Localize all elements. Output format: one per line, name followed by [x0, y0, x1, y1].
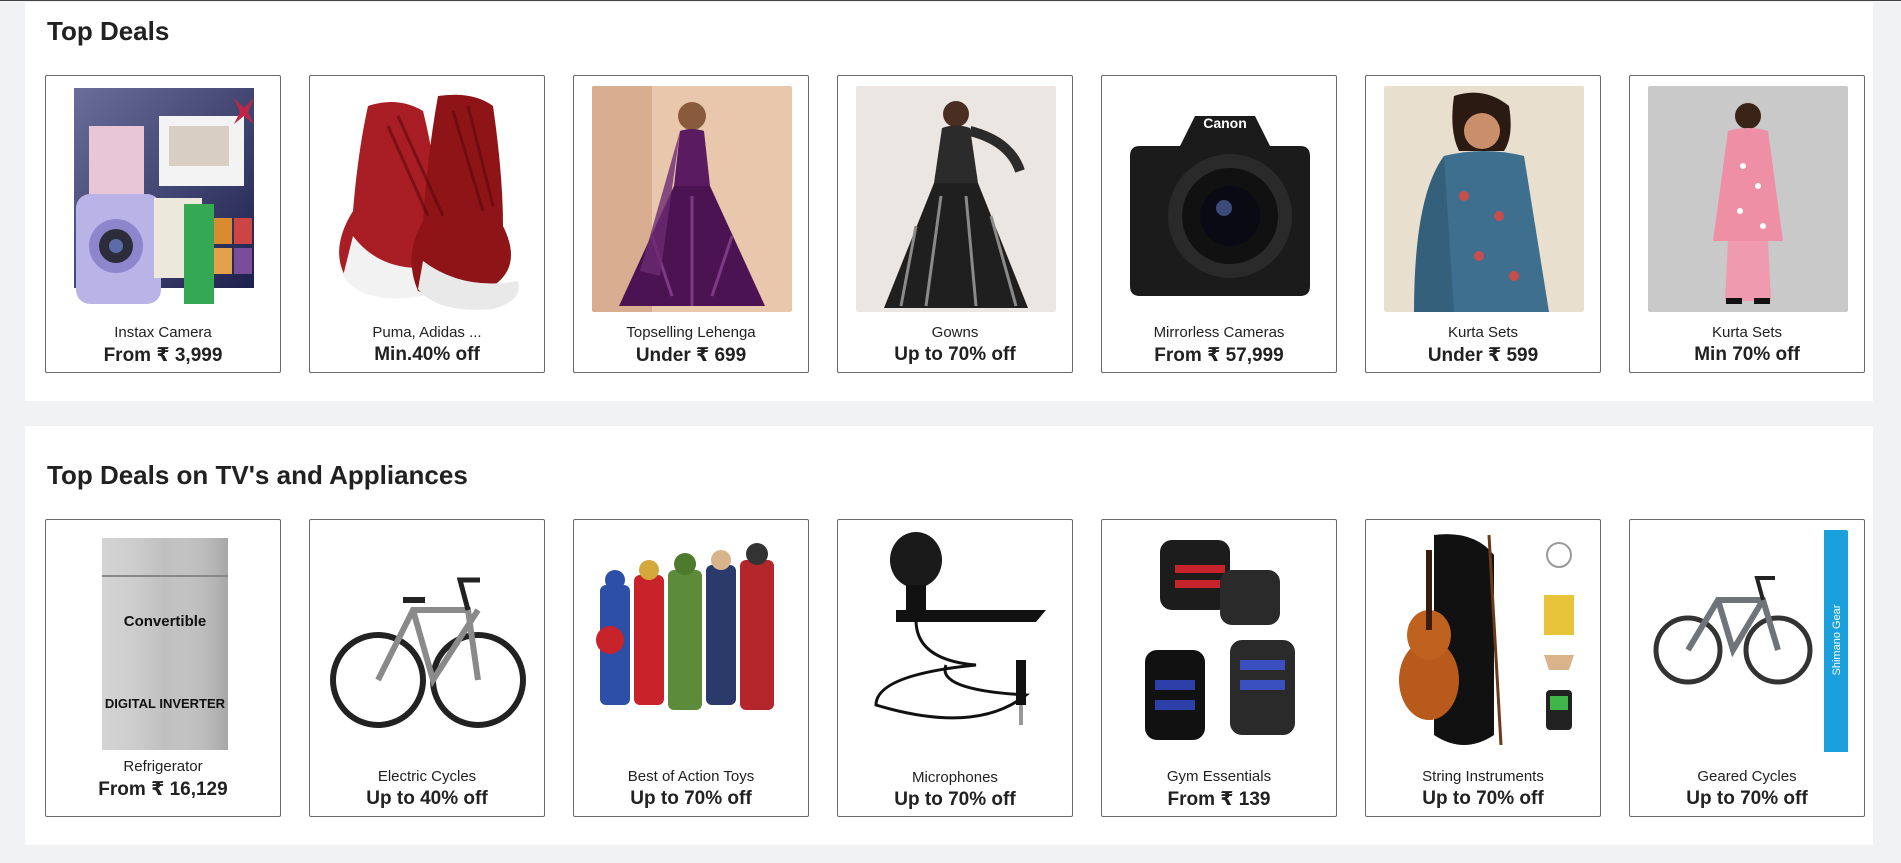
card-label: Mirrorless Cameras	[1153, 324, 1285, 341]
sneakers-image	[328, 86, 528, 312]
card-price: Min.40% off	[374, 344, 480, 365]
deal-card-geared-cycles[interactable]: Shimano Gear Geared Cycles Up to 70% off	[1629, 519, 1865, 817]
card-label: Gowns	[931, 324, 979, 341]
card-price: Min 70% off	[1694, 344, 1800, 365]
shimano-gear-label: Shimano Gear	[1831, 604, 1843, 675]
section-title: Top Deals	[47, 16, 170, 46]
fridge-sub-text: DIGITAL INVERTER	[105, 696, 226, 711]
fridge-badge-text: Convertible	[124, 613, 207, 630]
card-price: Up to 70% off	[1422, 788, 1544, 809]
section-title: Top Deals on TV's and Appliances	[47, 460, 468, 490]
card-price: Under ₹ 599	[1427, 345, 1539, 366]
wrist-wraps-image	[1120, 530, 1320, 756]
card-price: Up to 70% off	[894, 789, 1016, 810]
action-figures-image	[592, 530, 792, 756]
deal-card-mirrorless-camera[interactable]: Canon Mirrorless Cameras From ₹ 57,999	[1101, 75, 1337, 373]
deal-card-refrigerator[interactable]: Convertible DIGITAL INVERTER Refrigerato…	[45, 519, 281, 817]
deal-card-instax-camera[interactable]: Instax Camera From ₹ 3,999	[45, 75, 281, 373]
deal-card-lehenga[interactable]: Topselling Lehenga Under ₹ 699	[573, 75, 809, 373]
card-label: Geared Cycles	[1697, 768, 1797, 785]
deal-card-electric-cycles[interactable]: Electric Cycles Up to 40% off	[309, 519, 545, 817]
canon-logo-text: Canon	[1203, 115, 1247, 131]
card-price: Up to 70% off	[630, 788, 752, 809]
card-label: Best of Action Toys	[627, 768, 755, 785]
card-price: Up to 70% off	[1686, 788, 1808, 809]
blue-kurta-set-image	[1384, 86, 1584, 312]
deal-card-sneakers[interactable]: Puma, Adidas ... Min.40% off	[309, 75, 545, 373]
deal-card-microphones[interactable]: Microphones Up to 70% off	[837, 519, 1073, 817]
card-label: Kurta Sets	[1711, 324, 1783, 341]
geared-cycle-image: Shimano Gear	[1648, 530, 1848, 756]
canon-camera-image: Canon	[1120, 86, 1320, 312]
card-price: Up to 40% off	[366, 788, 488, 809]
deal-card-action-toys[interactable]: Best of Action Toys Up to 70% off	[573, 519, 809, 817]
card-label: String Instruments	[1422, 768, 1544, 785]
card-label: Gym Essentials	[1166, 768, 1272, 785]
deal-card-gym-essentials[interactable]: Gym Essentials From ₹ 139	[1101, 519, 1337, 817]
deal-card-gown[interactable]: Gowns Up to 70% off	[837, 75, 1073, 373]
card-label: Puma, Adidas ...	[372, 324, 482, 341]
gown-image	[856, 86, 1056, 312]
instax-camera-image	[64, 86, 264, 312]
card-price: From ₹ 3,999	[103, 345, 223, 366]
lehenga-image	[592, 86, 792, 312]
card-label: Refrigerator	[123, 758, 203, 775]
card-label: Topselling Lehenga	[626, 324, 756, 341]
tv-appliances-deals-section: Top Deals on TV's and Appliances Convert…	[25, 426, 1873, 845]
lapel-microphone-image	[856, 530, 1056, 756]
card-price: From ₹ 139	[1167, 789, 1271, 810]
card-price: Under ₹ 699	[635, 345, 747, 366]
top-deals-section: Top Deals Instax Camera From ₹ 3,999 Pum…	[25, 2, 1873, 401]
card-label: Instax Camera	[114, 324, 212, 341]
pink-kurta-set-image	[1648, 86, 1848, 312]
card-label: Microphones	[912, 769, 998, 786]
top-divider	[0, 0, 1901, 1]
card-price: From ₹ 57,999	[1154, 345, 1284, 366]
deal-card-blue-kurta-set[interactable]: Kurta Sets Under ₹ 599	[1365, 75, 1601, 373]
violin-image	[1384, 530, 1584, 756]
card-label: Electric Cycles	[377, 768, 477, 785]
card-price: Up to 70% off	[894, 344, 1016, 365]
deal-card-pink-kurta-set[interactable]: Kurta Sets Min 70% off	[1629, 75, 1865, 373]
deal-card-string-instruments[interactable]: String Instruments Up to 70% off	[1365, 519, 1601, 817]
bicycle-image	[328, 530, 528, 756]
card-price: From ₹ 16,129	[98, 779, 228, 800]
refrigerator-image: Convertible DIGITAL INVERTER	[64, 530, 264, 756]
card-label: Kurta Sets	[1447, 324, 1519, 341]
